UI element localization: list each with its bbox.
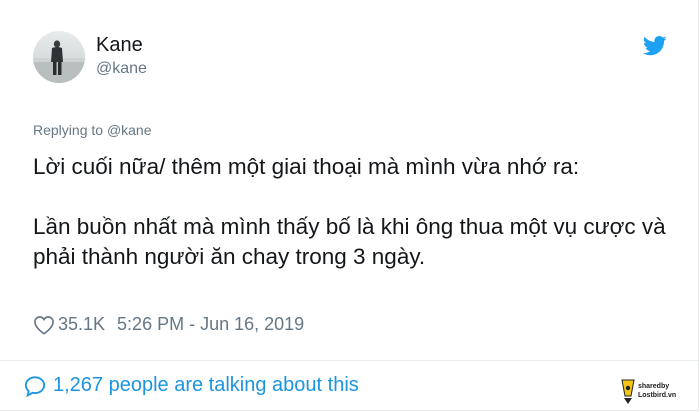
reply-mention-link[interactable]: @kane (107, 122, 152, 138)
avatar[interactable] (33, 31, 85, 83)
watermark-line-1: sharedby (638, 383, 669, 390)
divider (0, 360, 698, 361)
display-name[interactable]: Kane (96, 34, 143, 57)
tweet-paragraph-2: Lần buồn nhất mà mình thấy bố là khi ông… (33, 214, 666, 269)
replying-to-label: Replying to (33, 122, 104, 138)
avatar-photo (33, 40, 85, 83)
speech-bubble-icon (24, 375, 46, 397)
watermark-logo: sharedby Lostbird.vn (621, 379, 676, 404)
like-count[interactable]: 35.1K (58, 314, 105, 335)
talking-about-label[interactable]: 1,267 people are talking about this (53, 374, 359, 397)
tweet-meta: 35.1K 5:26 PM - Jun 16, 2019 (33, 314, 304, 335)
watermark-line-2: Lostbird.vn (638, 392, 676, 399)
heart-icon[interactable] (33, 315, 55, 335)
talking-about-link[interactable]: 1,267 people are talking about this (24, 374, 359, 397)
twitter-bird-icon[interactable] (643, 36, 667, 56)
tweet-card: Kane @kane Replying to @kane Lời cuối nữ… (0, 0, 699, 411)
user-handle[interactable]: @kane (96, 60, 147, 78)
tweet-text: Lời cuối nữa/ thêm một giai thoại mà mìn… (33, 152, 673, 272)
tweet-timestamp[interactable]: 5:26 PM - Jun 16, 2019 (117, 314, 304, 335)
replying-to: Replying to @kane (33, 122, 152, 138)
tweet-paragraph-1: Lời cuối nữa/ thêm một giai thoại mà mìn… (33, 154, 580, 179)
